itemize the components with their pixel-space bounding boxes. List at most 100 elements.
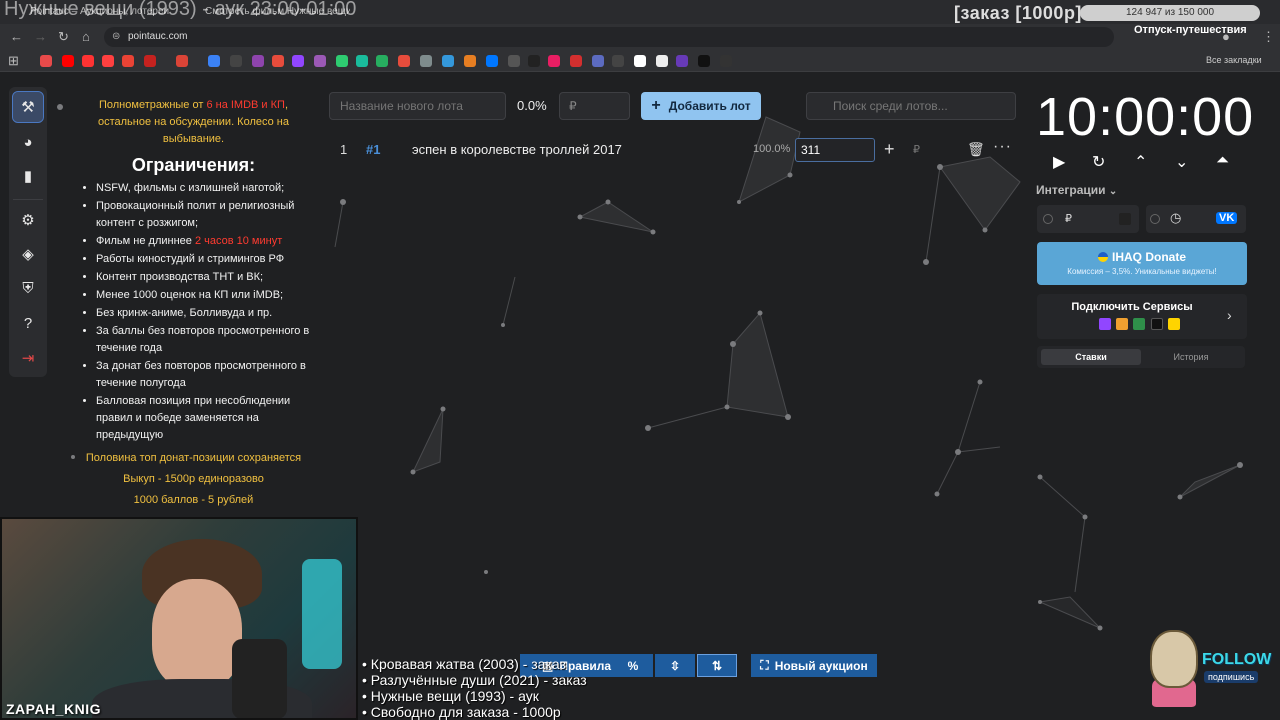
bookmark-icon[interactable] xyxy=(252,55,264,67)
bookmark-icon[interactable] xyxy=(656,55,668,67)
back-icon[interactable]: ← xyxy=(10,29,23,44)
bookmark-icon[interactable] xyxy=(144,55,156,67)
bookmark-icon[interactable] xyxy=(676,55,688,67)
stats-icon[interactable]: ▮ xyxy=(13,161,43,191)
stream-overlay-title: Нужные вещи (1993) - аук 23:00-01:00 xyxy=(4,0,357,20)
tab-bids[interactable]: Ставки xyxy=(1041,349,1141,365)
lot-percent: 100.0% xyxy=(753,143,791,155)
bookmark-icon[interactable] xyxy=(442,55,454,67)
split-button[interactable]: ⇳ xyxy=(655,654,695,677)
logout-icon[interactable]: ⇥ xyxy=(13,343,43,373)
forward-icon[interactable]: → xyxy=(34,29,47,44)
bookmark-icon[interactable] xyxy=(634,55,646,67)
integrations-toggle[interactable]: Интеграции ⌄ xyxy=(1036,183,1117,197)
toggle-radio[interactable] xyxy=(1043,214,1053,224)
gmail-icon[interactable] xyxy=(176,55,188,67)
add-amount-icon[interactable]: + xyxy=(884,139,895,160)
new-auction-icon: ⛶ xyxy=(760,658,769,672)
shield-icon[interactable]: ⛨ xyxy=(13,273,43,303)
percent-button[interactable]: % xyxy=(613,654,653,677)
lot-name[interactable]: эспен в королевстве троллей 2017 xyxy=(412,142,622,157)
youtube-icon[interactable] xyxy=(82,55,94,67)
new-lot-input[interactable] xyxy=(329,92,506,120)
bookmark-icon[interactable] xyxy=(356,55,368,67)
reload-icon[interactable]: ↻ xyxy=(58,29,69,45)
youtube-icon[interactable] xyxy=(62,55,74,67)
sidebar-divider xyxy=(13,199,43,200)
add-lot-button[interactable]: + Добавить лот xyxy=(641,92,761,120)
follow-widget: FOLLOW подпишись xyxy=(1140,625,1272,710)
delete-icon[interactable]: 🗑 xyxy=(967,141,985,158)
url-field[interactable]: pointauc.com xyxy=(104,27,1114,47)
rule-item: Провокационный полит и религиозный конте… xyxy=(96,198,311,232)
settings-icon[interactable]: ⚙ xyxy=(13,205,43,235)
bids-history-tabs: Ставки История xyxy=(1037,346,1245,368)
bookmark-icon[interactable] xyxy=(420,55,432,67)
chevron-down-icon[interactable]: ⌄ xyxy=(1175,152,1188,172)
youtube-icon[interactable] xyxy=(102,55,114,67)
menu-icon[interactable]: ⋮ xyxy=(1262,29,1275,45)
all-bookmarks-link[interactable]: Все закладки xyxy=(1206,55,1262,65)
bookmark-icon[interactable] xyxy=(336,55,348,67)
follow-label: FOLLOW xyxy=(1202,651,1272,668)
follow-sub-label: подпишись xyxy=(1204,671,1259,683)
integration-vk[interactable]: ◷ VK xyxy=(1146,205,1246,233)
toggle-radio[interactable] xyxy=(1150,214,1160,224)
site-info-icon[interactable]: ⊜ xyxy=(112,31,120,42)
bookmark-icon[interactable] xyxy=(612,55,624,67)
sort-button[interactable]: ⇅ xyxy=(697,654,737,677)
bookmark-icon[interactable] xyxy=(548,55,560,67)
queue-item: • Кровавая жатва (2003) - заказ xyxy=(362,656,566,672)
lot-search-input[interactable]: Поиск среди лотов... xyxy=(806,92,1016,120)
apps-grid-icon[interactable]: ⊞ xyxy=(8,53,19,69)
double-up-icon[interactable]: ⏶ xyxy=(1216,152,1229,170)
chevron-down-icon: ⌄ xyxy=(1108,186,1118,197)
bookmark-icon[interactable] xyxy=(698,55,710,67)
sort-icon: ⇅ xyxy=(711,658,723,673)
webcam-light xyxy=(302,559,342,669)
browser-addressbar: ← → ↻ ⌂ pointauc.com ⊜ ● ⋮ xyxy=(0,24,1280,50)
layers-icon[interactable]: ◈ xyxy=(13,239,43,269)
queue-item: • Нужные вещи (1993) - аук xyxy=(362,688,539,704)
lot-row: 1 #1 эспен в королевстве троллей 2017 10… xyxy=(329,134,1019,164)
home-icon[interactable]: ⌂ xyxy=(82,29,90,44)
webcam-overlay: ZAPAH_KNIG xyxy=(0,517,358,720)
bookmark-icon[interactable] xyxy=(570,55,582,67)
vk-icon[interactable] xyxy=(486,55,498,67)
bookmark-icon[interactable] xyxy=(230,55,242,67)
new-lot-percent: 0.0% xyxy=(517,98,547,113)
more-options-icon[interactable]: ··· xyxy=(993,138,1012,156)
infinity-icon xyxy=(1133,318,1145,330)
connect-services-button[interactable]: Подключить Сервисы › xyxy=(1037,294,1247,339)
bookmark-icon[interactable] xyxy=(398,55,410,67)
new-auction-button[interactable]: ⛶ Новый аукцион xyxy=(751,654,877,677)
rules-panel: Полнометражные от 6 на IMDB и КП, осталь… xyxy=(76,97,311,511)
bookmark-icon[interactable] xyxy=(720,55,732,67)
webcam-person-face xyxy=(152,579,242,689)
bookmark-icon[interactable] xyxy=(208,55,220,67)
auction-hammer-icon[interactable]: ⚒ xyxy=(12,91,44,123)
lot-amount-input[interactable]: 311 xyxy=(795,138,875,162)
bookmark-icon[interactable] xyxy=(376,55,388,67)
bookmarks-bar: ⊞ Все закладки xyxy=(0,50,1280,72)
donate-banner[interactable]: IHAQ Donate Комиссия – 3,5%. Уникальные … xyxy=(1037,242,1247,285)
play-icon[interactable]: ▶ xyxy=(1053,152,1065,172)
bookmark-icon[interactable] xyxy=(272,55,284,67)
reset-icon[interactable]: ↻ xyxy=(1092,152,1105,172)
chevron-up-icon[interactable]: ⌃ xyxy=(1134,152,1147,172)
twitch-icon[interactable] xyxy=(292,55,304,67)
bookmark-icon[interactable] xyxy=(40,55,52,67)
bookmark-icon[interactable] xyxy=(464,55,476,67)
help-icon[interactable]: ? xyxy=(13,308,43,338)
bookmark-icon[interactable] xyxy=(528,55,540,67)
rule-item: За баллы без повторов просмотренного в т… xyxy=(96,323,311,357)
tab-history[interactable]: История xyxy=(1141,349,1241,365)
new-lot-sum-input[interactable]: ₽ xyxy=(559,92,630,120)
stream-vacation-label: Отпуск-путешествия xyxy=(1134,24,1247,36)
wheel-icon[interactable]: ◕ xyxy=(13,127,43,157)
integration-donation[interactable]: ₽ xyxy=(1037,205,1139,233)
bookmark-icon[interactable] xyxy=(592,55,604,67)
gmail-icon[interactable] xyxy=(122,55,134,67)
bookmark-icon[interactable] xyxy=(314,55,326,67)
bookmark-icon[interactable] xyxy=(508,55,520,67)
